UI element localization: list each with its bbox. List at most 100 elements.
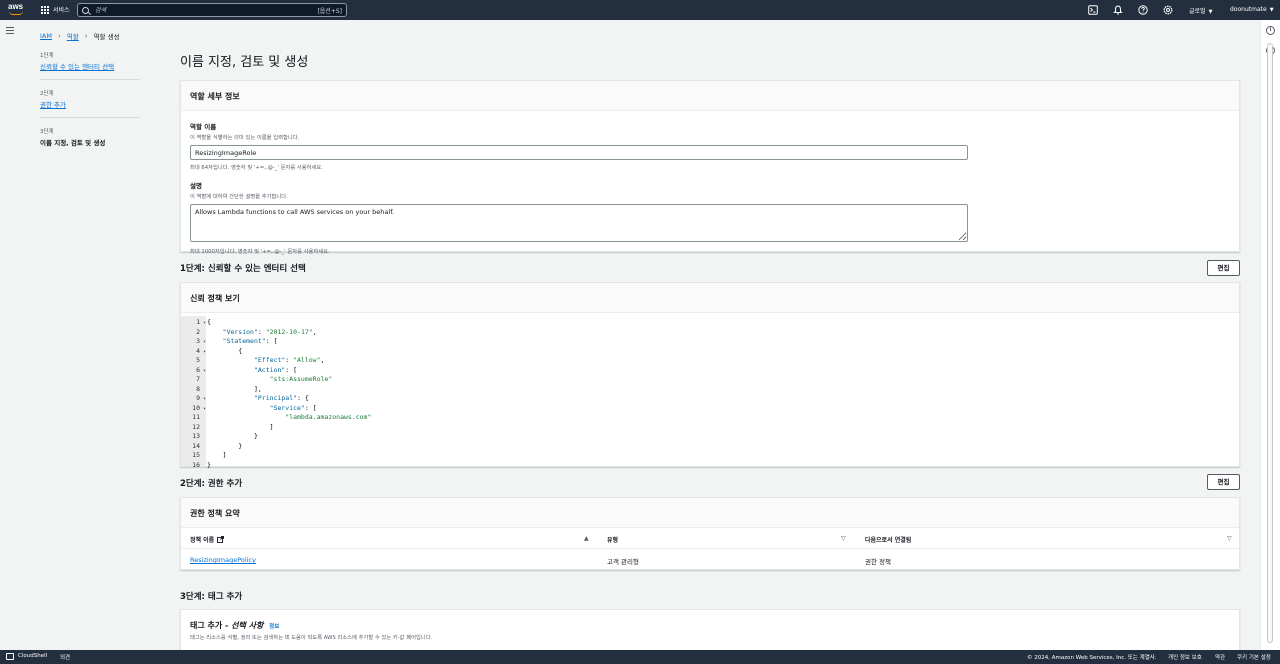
policy-name-link[interactable]: ResizingImagePolicy	[190, 556, 256, 564]
search-input[interactable]	[95, 6, 318, 14]
services-label: 서비스	[53, 7, 70, 14]
description-label: 설명	[190, 182, 202, 190]
step-2-edit-button[interactable]: 편집	[1207, 474, 1240, 490]
code-text: "Action": [	[253, 365, 298, 374]
line-number: 12	[192, 422, 200, 431]
line-number: 2	[196, 327, 200, 336]
line-number: 1	[196, 318, 200, 326]
code-text: "Principal": {	[253, 394, 309, 402]
trust-policy-card: 신뢰 정책 보기 1 ▾{2 "Version": "2012-10-17", 3…	[180, 282, 1240, 469]
cookie-preferences-link[interactable]: 쿠키 기본 설정	[1237, 653, 1271, 661]
column-attached-as[interactable]: 다음으로서 연결됨	[865, 535, 911, 544]
search-icon	[82, 6, 89, 14]
line-number: 10	[192, 403, 200, 412]
tags-card: 태그 추가 - 선택 사항 정보 태그는 리소스를 식별, 정리 또는 검색하는…	[180, 609, 1240, 650]
aws-logo-text: aws	[8, 2, 24, 11]
code-line: 14 }	[181, 441, 242, 452]
feedback-link[interactable]: 의견	[60, 653, 70, 661]
line-number: 3	[196, 337, 200, 345]
step-3: 3단계 이름 지정, 검토 및 생성	[40, 127, 140, 155]
scrollbar-thumb[interactable]	[1267, 43, 1273, 643]
region-label: 글로벌	[1189, 8, 1206, 15]
grid-icon	[41, 5, 49, 14]
trust-policy-code-editor[interactable]: 1 ▾{2 "Version": "2012-10-17", 3 ▾ "State…	[181, 316, 1239, 469]
step-1: 1단계 신뢰할 수 있는 엔터티 선택	[40, 51, 140, 80]
code-line: 12 ]	[181, 422, 273, 433]
code-text: {	[207, 346, 243, 355]
code-text: {	[207, 318, 211, 326]
account-label: doonutmate	[1230, 6, 1267, 13]
caret-down-icon: ▼	[1269, 7, 1274, 13]
code-line: 2 "Version": "2012-10-17",	[181, 327, 317, 338]
footer: CloudShell 의견 © 2024, Amazon Web Service…	[0, 650, 1280, 664]
wizard-steps: 1단계 신뢰할 수 있는 엔터티 선택 2단계 권한 추가 3단계 이름 지정,…	[40, 51, 140, 164]
column-label: 유형	[607, 537, 619, 544]
policy-attached-as: 권한 정책	[865, 558, 891, 566]
table-header: 정책 이름 ▲ 유형 ▽ 다음으로서 연결됨 ▽	[181, 529, 1239, 549]
cloudshell-icon[interactable]	[1088, 5, 1098, 15]
line-number: 8	[196, 384, 200, 393]
role-name-label: 역할 이름	[190, 123, 217, 131]
region-selector[interactable]: 글로벌 ▼	[1189, 6, 1212, 15]
scrollbar[interactable]	[1266, 43, 1274, 643]
tags-header-optional: 선택 사항	[231, 621, 264, 630]
role-name-description: 이 역할을 식별하는 의미 있는 이름을 입력합니다.	[190, 135, 300, 141]
step-1-edit-button[interactable]: 편집	[1207, 260, 1240, 276]
breadcrumb-roles[interactable]: 역할	[67, 31, 79, 41]
cloudshell-link[interactable]: CloudShell	[18, 653, 47, 659]
code-line: 3 ▾ "Statement": [	[181, 337, 277, 347]
top-navigation: aws 서비스 [옵션+S] 글로벌▼ doonutmate▼	[0, 0, 1280, 20]
privacy-link[interactable]: 개인 정보 보호	[1168, 653, 1202, 661]
step-1-link[interactable]: 신뢰할 수 있는 엔터티 선택	[40, 61, 140, 71]
line-number: 16	[192, 460, 200, 469]
code-text: "Effect": "Allow",	[253, 356, 325, 364]
services-menu-button[interactable]: 서비스	[41, 5, 70, 14]
code-text: }	[207, 460, 211, 469]
line-number: 5	[196, 356, 200, 364]
description-hint: 최대 1000자입니다. 영숫자 및 '+=,.@-_' 문자를 사용하세요.	[190, 249, 330, 255]
code-line: 4 ▾ {	[181, 347, 242, 357]
policy-type: 고객 관리형	[607, 558, 639, 566]
code-line: 13 }	[181, 432, 258, 442]
terms-link[interactable]: 약관	[1215, 653, 1225, 661]
breadcrumb: IAM › 역할 › 역할 생성	[40, 31, 120, 41]
code-text: "Statement": [	[222, 337, 278, 345]
code-text: }	[207, 432, 258, 440]
step-1-title: 1단계: 신뢰할 수 있는 엔터티 선택	[180, 264, 306, 274]
chevron-right-icon: ›	[57, 32, 61, 40]
info-icon[interactable]: i	[1266, 26, 1275, 35]
aws-smile-icon	[9, 11, 23, 15]
code-line: 7 "sts:AssumeRole"	[181, 375, 332, 385]
code-line: 15 ]	[181, 451, 226, 461]
sort-caret-icon[interactable]: ▽	[841, 535, 846, 542]
column-type[interactable]: 유형	[607, 535, 618, 544]
settings-icon[interactable]	[1163, 5, 1173, 15]
menu-icon[interactable]	[6, 27, 14, 34]
line-number: 13	[192, 432, 200, 440]
description-textarea[interactable]: Allows Lambda functions to call AWS serv…	[190, 204, 968, 242]
search-box[interactable]: [옵션+S]	[77, 3, 347, 17]
code-text: "lambda.amazonaws.com"	[285, 413, 372, 421]
bell-icon[interactable]	[1113, 5, 1123, 15]
step-2-link[interactable]: 권한 추가	[40, 99, 140, 109]
code-text: ]	[207, 422, 274, 431]
step-3-current: 이름 지정, 검토 및 생성	[40, 139, 106, 147]
cloudshell-icon[interactable]	[6, 653, 14, 660]
table-row: ResizingImagePolicy 고객 관리형 권한 정책	[181, 550, 1239, 570]
aws-logo[interactable]: aws	[8, 3, 26, 17]
account-menu[interactable]: doonutmate ▼	[1230, 6, 1274, 13]
code-text: "sts:AssumeRole"	[269, 375, 333, 383]
step-3-title: 3단계: 태그 추가	[180, 592, 243, 602]
info-link[interactable]: 정보	[269, 624, 279, 630]
help-icon[interactable]	[1138, 5, 1148, 15]
page-title: 이름 지정, 검토 및 생성	[180, 55, 309, 70]
breadcrumb-iam[interactable]: IAM	[40, 32, 52, 40]
column-policy-name[interactable]: 정책 이름	[190, 535, 225, 544]
code-line: 5 "Effect": "Allow",	[181, 356, 324, 366]
sort-ascending-icon[interactable]: ▲	[584, 535, 589, 542]
role-name-input[interactable]	[190, 145, 968, 160]
caret-down-icon: ▼	[1208, 9, 1213, 15]
line-number: 14	[192, 441, 200, 450]
step-number: 3단계	[40, 129, 54, 135]
sort-caret-icon[interactable]: ▽	[1227, 535, 1232, 542]
